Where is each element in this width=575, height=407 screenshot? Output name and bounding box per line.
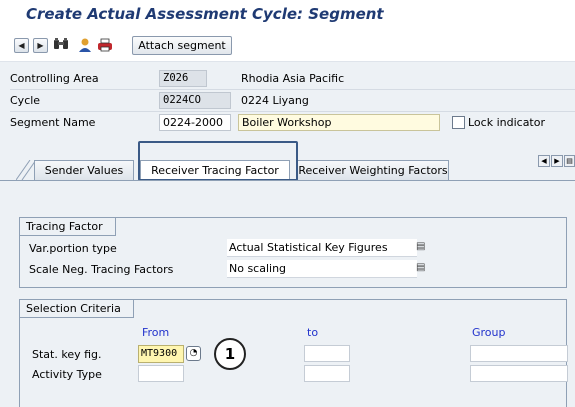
var-portion-type-select[interactable]: Actual Statistical Key Figures	[227, 239, 417, 257]
user-icon-graphic	[79, 38, 91, 52]
print-icon[interactable]	[96, 37, 114, 54]
stat-key-fig-from-input[interactable]: MT9300	[138, 345, 184, 363]
segment-row: Segment Name 0224-2000 Boiler Workshop L…	[0, 113, 575, 133]
stat-key-fig-to-input[interactable]	[304, 345, 350, 362]
segment-code-field[interactable]: 0224-2000	[159, 114, 231, 131]
cycle-code: 0224CO	[159, 92, 231, 109]
tab-content-area: Tracing Factor Var.portion type Actual S…	[0, 180, 575, 407]
scale-neg-tracing-label: Scale Neg. Tracing Factors	[29, 263, 174, 276]
tracing-factor-group: Tracing Factor Var.portion type Actual S…	[19, 217, 567, 288]
previous-arrow-icon[interactable]: ◀	[14, 38, 29, 53]
dropdown-icon[interactable]: ▤	[416, 241, 425, 252]
activity-type-label: Activity Type	[32, 368, 102, 381]
divider	[10, 111, 575, 112]
tab-list-icon[interactable]: ▤	[564, 155, 575, 167]
activity-type-to-input[interactable]	[304, 365, 350, 382]
value-help-icon[interactable]: ◔	[186, 346, 201, 361]
cycle-label: Cycle	[10, 94, 41, 107]
controlling-area-description: Rhodia Asia Pacific	[241, 72, 345, 85]
attach-segment-button[interactable]: Attach segment	[132, 36, 232, 55]
var-portion-type-label: Var.portion type	[29, 242, 117, 255]
stat-key-fig-group-input[interactable]	[470, 345, 568, 362]
divider	[10, 89, 575, 90]
activity-type-group-input[interactable]	[470, 365, 568, 382]
tabstrip: Sender Values Receiver Tracing Factor Re…	[0, 152, 575, 180]
tab-receiver-tracing-factor[interactable]: Receiver Tracing Factor	[140, 160, 290, 180]
tab-sender-values[interactable]: Sender Values	[34, 160, 134, 180]
column-header-group: Group	[472, 326, 506, 339]
binoculars-icon[interactable]	[52, 37, 70, 54]
cycle-description: 0224 Liyang	[241, 94, 309, 107]
segment-name-label: Segment Name	[10, 116, 96, 129]
dropdown-icon[interactable]: ▤	[416, 262, 425, 273]
column-header-to: to	[307, 326, 319, 339]
cycle-row: Cycle 0224CO 0224 Liyang	[0, 91, 575, 111]
controlling-area-label: Controlling Area	[10, 72, 99, 85]
tab-scroll-left-icon[interactable]: ◀	[538, 155, 550, 167]
segment-description-field[interactable]: Boiler Workshop	[238, 114, 440, 131]
activity-type-from-input[interactable]	[138, 365, 184, 382]
tracing-factor-title: Tracing Factor	[20, 218, 116, 236]
lock-indicator-checkbox[interactable]	[452, 116, 465, 129]
user-icon[interactable]	[76, 37, 94, 54]
stat-key-fig-label: Stat. key fig.	[32, 348, 102, 361]
tab-receiver-weighting-factors[interactable]: Receiver Weighting Factors	[297, 160, 449, 180]
controlling-area-code: Z026	[159, 70, 207, 87]
scale-neg-tracing-select[interactable]: No scaling	[227, 260, 417, 278]
header-area: Controlling Area Z026 Rhodia Asia Pacifi…	[0, 62, 575, 152]
column-header-from: From	[142, 326, 170, 339]
lock-indicator-label: Lock indicator	[468, 116, 545, 129]
application-toolbar: ◀ ▶ Attach segment	[0, 29, 575, 62]
controlling-area-row: Controlling Area Z026 Rhodia Asia Pacifi…	[0, 69, 575, 89]
print-icon-graphic	[98, 38, 112, 52]
selection-criteria-title: Selection Criteria	[20, 300, 134, 318]
binoculars-icon-graphic	[54, 38, 68, 49]
tab-scroll-right-icon[interactable]: ▶	[551, 155, 563, 167]
page-title: Create Actual Assessment Cycle: Segment	[26, 5, 384, 23]
selection-criteria-group: Selection Criteria From to Group Stat. k…	[19, 299, 568, 407]
next-arrow-icon[interactable]: ▶	[33, 38, 48, 53]
callout-marker: 1	[214, 338, 246, 370]
